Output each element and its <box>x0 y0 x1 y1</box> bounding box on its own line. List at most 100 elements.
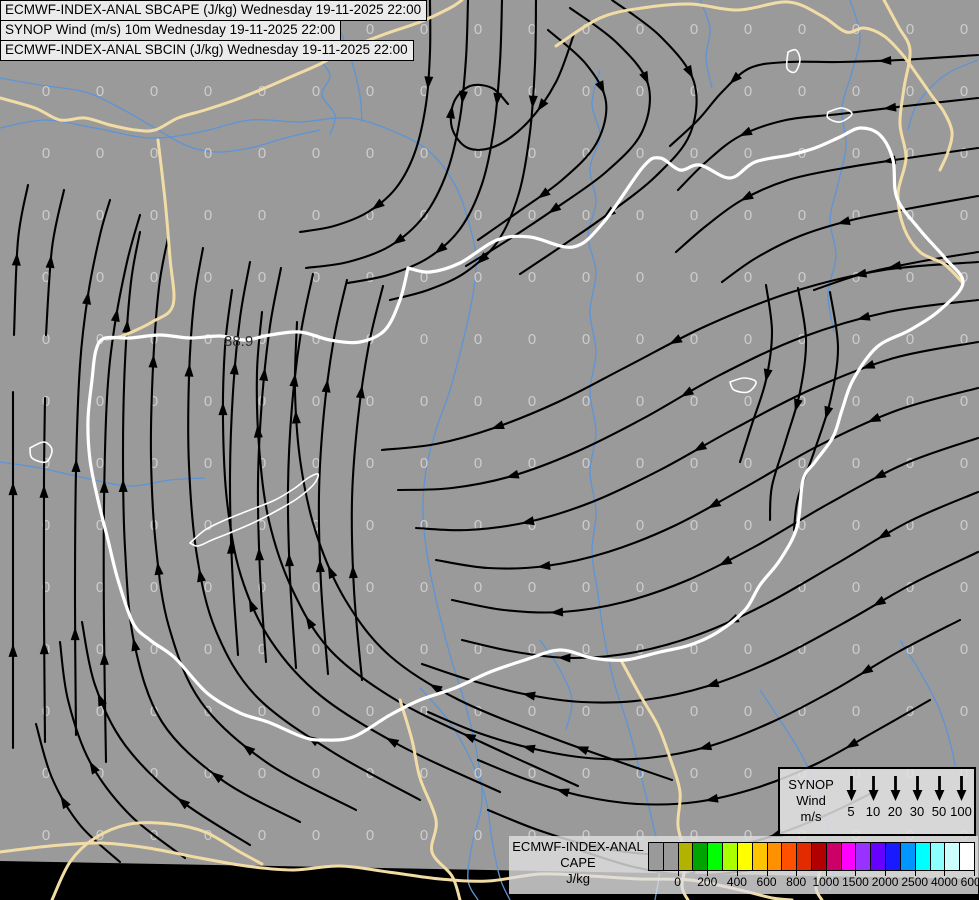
index-value: 0 <box>690 145 698 162</box>
index-value: 0 <box>852 641 860 658</box>
index-value: 0 <box>366 579 374 596</box>
cape-color-step <box>825 842 842 871</box>
index-value: 0 <box>150 579 158 596</box>
cape-color-step <box>855 842 872 871</box>
index-value: 0 <box>636 455 644 472</box>
cape-tick-label: 800 <box>786 875 807 889</box>
index-value: 0 <box>852 393 860 410</box>
wind-legend-title: SYNOP Wind m/s <box>782 774 840 825</box>
cape-color-step <box>929 842 946 871</box>
index-value: 0 <box>204 517 212 534</box>
index-value: 0 <box>42 703 50 720</box>
cape-color-step <box>692 842 709 871</box>
index-value: 0 <box>852 331 860 348</box>
index-value: 0 <box>366 641 374 658</box>
index-value: 0 <box>528 703 536 720</box>
index-value: 0 <box>258 145 266 162</box>
weather-map-page: 0 0 0 0 0 0 0 0 0 0 0 0 0 0 0 0 0 0 0 0 0 0 0 0 0 0 0 0 0 0 0 0 0 0 0 0 0 0 0 0… <box>0 0 979 900</box>
index-value: 0 <box>582 207 590 224</box>
wind-speed-label: 100 <box>950 804 972 819</box>
cape-legend-title-line: J/kg <box>566 871 590 886</box>
index-value: 0 <box>420 145 428 162</box>
index-value: 0 <box>690 455 698 472</box>
index-value: 0 <box>204 207 212 224</box>
index-value: 0 <box>852 517 860 534</box>
index-value: 0 <box>366 827 374 844</box>
index-value: 0 <box>636 703 644 720</box>
index-value: 0 <box>690 517 698 534</box>
wind-speed-item: 30 <box>906 774 928 819</box>
index-value: 0 <box>204 269 212 286</box>
index-value: 0 <box>690 579 698 596</box>
index-value: 0 <box>582 455 590 472</box>
index-value: 0 <box>258 269 266 286</box>
synop-wind-legend: SYNOP Wind m/s 5 10 20 30 50 100 <box>778 767 976 836</box>
wind-speed-label: 5 <box>847 804 855 819</box>
index-value: 0 <box>420 641 428 658</box>
map-title-block: ECMWF-INDEX-ANAL SBCAPE (J/kg) Wednesday… <box>0 0 428 61</box>
index-value: 0 <box>960 703 968 720</box>
index-value: 0 <box>690 21 698 38</box>
index-value: 0 <box>744 703 752 720</box>
index-value: 0 <box>852 703 860 720</box>
index-value: 0 <box>906 331 914 348</box>
index-value: 0 <box>528 579 536 596</box>
index-value: 0 <box>474 703 482 720</box>
index-value: 0 <box>312 393 320 410</box>
index-value: 0 <box>960 455 968 472</box>
index-value: 0 <box>204 641 212 658</box>
cape-color-step <box>722 842 738 871</box>
index-value: 0 <box>312 765 320 782</box>
index-value: 0 <box>906 21 914 38</box>
index-value: 0 <box>474 579 482 596</box>
wind-speed-label: 30 <box>909 804 925 819</box>
cape-tick-label: 1000 <box>812 875 840 889</box>
cape-tick-label: 4000 <box>931 875 958 889</box>
index-value: 0 <box>420 455 428 472</box>
down-arrow-icon <box>912 776 922 801</box>
index-value: 0 <box>636 331 644 348</box>
index-value: 0 <box>798 21 806 38</box>
index-value: 0 <box>852 145 860 162</box>
cape-color-step <box>870 842 887 871</box>
index-value: 0 <box>42 827 50 844</box>
index-value: 0 <box>366 455 374 472</box>
cape-color-step <box>959 842 975 871</box>
down-arrow-icon <box>890 776 900 801</box>
index-value: 0 <box>96 83 104 100</box>
index-value: 0 <box>798 455 806 472</box>
down-arrow-icon <box>934 776 944 801</box>
index-value: 0 <box>744 145 752 162</box>
title-line-sbcape: ECMWF-INDEX-ANAL SBCAPE (J/kg) Wednesday… <box>0 0 428 21</box>
index-value: 0 <box>798 207 806 224</box>
wind-speed-item: 100 <box>950 774 972 819</box>
index-value: 0 <box>636 83 644 100</box>
station-value: 38.9 <box>224 333 253 350</box>
index-value: 0 <box>906 83 914 100</box>
index-value: 0 <box>582 331 590 348</box>
index-value: 0 <box>636 393 644 410</box>
cape-color-step <box>736 842 753 871</box>
index-value: 0 <box>582 579 590 596</box>
index-value: 0 <box>366 83 374 100</box>
index-value: 0 <box>150 145 158 162</box>
index-value: 0 <box>312 579 320 596</box>
wind-legend-title-line: SYNOP <box>788 777 834 792</box>
index-value: 0 <box>636 269 644 286</box>
cape-tick-label: 6000 <box>960 875 979 889</box>
index-value: 0 <box>582 703 590 720</box>
wind-speed-item: 5 <box>840 774 862 819</box>
index-value: 0 <box>744 83 752 100</box>
weather-map: 0 0 0 0 0 0 0 0 0 0 0 0 0 0 0 0 0 0 0 0 0 0 0 0 0 0 0 0 0 0 0 0 0 0 0 0 0 0 0 0… <box>0 0 979 900</box>
index-value: 0 <box>744 641 752 658</box>
index-value: 0 <box>420 331 428 348</box>
index-value: 0 <box>474 21 482 38</box>
index-value: 0 <box>960 641 968 658</box>
cape-legend-title-line: ECMWF-INDEX-ANAL <box>512 839 644 854</box>
index-value: 0 <box>150 83 158 100</box>
cape-tick-label: 0 <box>674 875 681 889</box>
index-value: 0 <box>96 455 104 472</box>
cape-color-step <box>914 842 931 871</box>
index-value: 0 <box>744 579 752 596</box>
index-value: 0 <box>420 393 428 410</box>
